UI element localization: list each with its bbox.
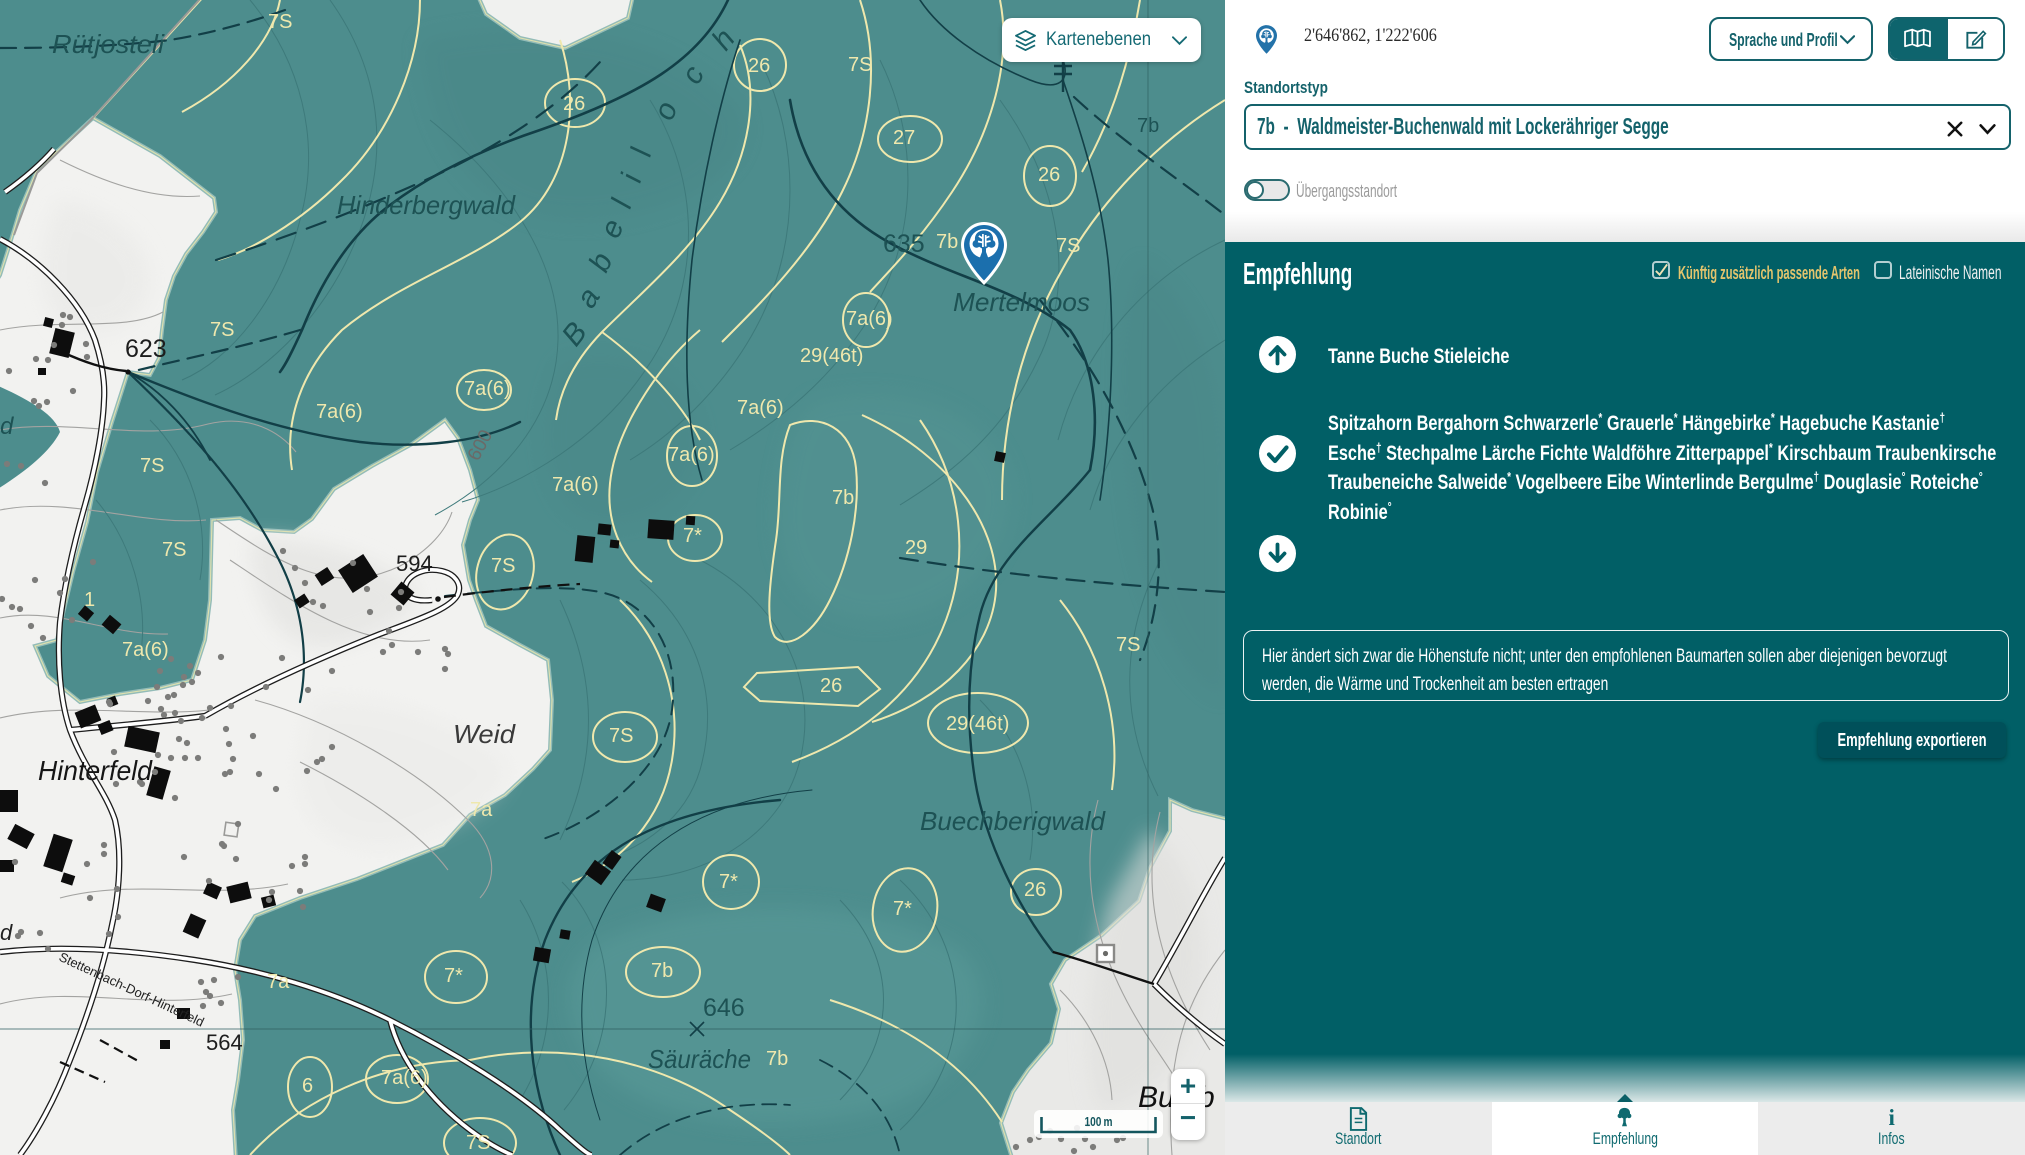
svg-text:Rütjosteli: Rütjosteli	[52, 29, 165, 59]
svg-text:7b: 7b	[651, 960, 673, 982]
svg-text:26: 26	[1038, 164, 1060, 186]
svg-text:7S: 7S	[140, 455, 164, 477]
svg-text:7S: 7S	[1116, 634, 1140, 656]
svg-text:7a(6): 7a(6)	[316, 401, 363, 423]
svg-text:7S: 7S	[848, 54, 872, 76]
svg-text:7S: 7S	[491, 555, 515, 577]
svg-text:7*: 7*	[444, 965, 463, 987]
svg-text:7b: 7b	[766, 1048, 788, 1070]
svg-text:7a: 7a	[267, 971, 290, 993]
svg-text:Hinterfeld: Hinterfeld	[38, 755, 153, 786]
svg-text:7b: 7b	[1137, 115, 1159, 137]
svg-text:7a(6): 7a(6)	[464, 378, 511, 400]
svg-text:7b: 7b	[832, 487, 854, 509]
svg-text:1: 1	[84, 589, 95, 611]
svg-text:27: 27	[893, 127, 915, 149]
svg-text:7a: 7a	[470, 799, 493, 821]
svg-text:Buechberigwald: Buechberigwald	[920, 806, 1107, 836]
svg-text:7a(6): 7a(6)	[737, 397, 784, 419]
svg-text:7S: 7S	[609, 725, 633, 747]
svg-text:7*: 7*	[683, 525, 702, 547]
svg-text:26: 26	[563, 93, 585, 115]
svg-text:26: 26	[820, 675, 842, 697]
svg-text:29(46t): 29(46t)	[800, 345, 863, 367]
svg-text:594: 594	[396, 551, 433, 576]
svg-text:7S: 7S	[466, 1132, 490, 1154]
svg-text:Hinderbergwald: Hinderbergwald	[337, 190, 516, 220]
svg-text:26: 26	[748, 55, 770, 77]
svg-text:646: 646	[703, 994, 745, 1022]
svg-text:7S: 7S	[162, 539, 186, 561]
svg-text:7a(6): 7a(6)	[668, 444, 715, 466]
svg-text:7b: 7b	[936, 231, 958, 253]
svg-text:7S: 7S	[210, 319, 234, 341]
svg-text:26: 26	[1024, 879, 1046, 901]
svg-text:Weid: Weid	[453, 719, 517, 749]
svg-text:7a(6): 7a(6)	[381, 1067, 428, 1089]
svg-text:7a(6): 7a(6)	[846, 308, 893, 330]
svg-text:d: d	[0, 413, 14, 440]
svg-text:7S: 7S	[268, 11, 292, 33]
svg-text:Säuräche: Säuräche	[648, 1044, 751, 1074]
svg-text:29: 29	[905, 537, 927, 559]
svg-text:564: 564	[206, 1030, 243, 1055]
svg-text:Mertelmoos: Mertelmoos	[953, 287, 1090, 317]
svg-text:7*: 7*	[719, 871, 738, 893]
svg-text:7a(6): 7a(6)	[552, 474, 599, 496]
svg-text:7a(6): 7a(6)	[122, 639, 169, 661]
svg-text:635: 635	[883, 230, 925, 258]
svg-text:7*: 7*	[893, 898, 912, 920]
svg-text:29(46t): 29(46t)	[946, 713, 1009, 735]
svg-text:d: d	[0, 920, 13, 945]
svg-text:7S: 7S	[1056, 235, 1080, 257]
svg-text:623: 623	[125, 335, 167, 363]
svg-text:6: 6	[302, 1075, 313, 1097]
